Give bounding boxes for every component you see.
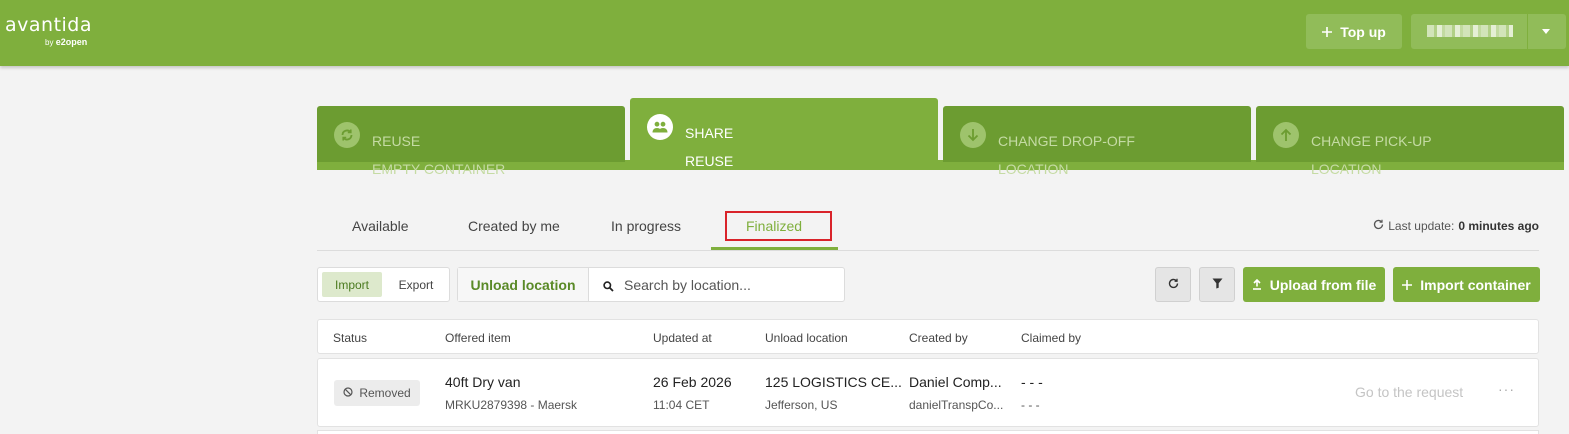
offered-item-title: 40ft Dry van: [445, 374, 521, 390]
refresh-button[interactable]: [1155, 267, 1191, 302]
search-icon: [603, 279, 614, 297]
user-menu-divider: [1527, 14, 1528, 49]
logo-text: avantida: [5, 14, 93, 36]
user-menu[interactable]: [1411, 14, 1566, 49]
service-tab-line1: REUSE: [372, 133, 421, 149]
search-field-selector[interactable]: Unload location: [458, 268, 589, 301]
arrow-up-icon: [1273, 122, 1299, 148]
service-tab-label: CHANGE PICK-UP LOCATION: [1311, 120, 1432, 176]
unload-location-name: 125 LOGISTICS CE...: [765, 374, 902, 390]
service-tab-label: SHARE REUSE: [685, 112, 733, 168]
arrow-down-icon: [960, 122, 986, 148]
updated-date: 26 Feb 2026: [653, 374, 732, 390]
filter-button[interactable]: [1199, 267, 1235, 302]
location-search: Unload location: [457, 267, 845, 302]
offered-item-container: MRKU2879398 - Maersk: [445, 398, 578, 412]
status-badge: Removed: [334, 380, 420, 406]
service-tab-change-pick-up[interactable]: CHANGE PICK-UP LOCATION: [1256, 106, 1564, 176]
refresh-icon: [1168, 276, 1179, 294]
created-by-email: danielTranspCo...: [909, 398, 1004, 412]
app-header: avantida by e2open Top up: [0, 0, 1569, 66]
service-tab-line1: CHANGE DROP-OFF: [998, 133, 1135, 149]
tab-available[interactable]: Available: [352, 218, 409, 234]
logo-parent: e2open: [55, 37, 88, 47]
status-tabs: Available Created by me In progress Fina…: [317, 206, 1539, 251]
upload-label: Upload from file: [1269, 276, 1377, 293]
logo-sub: by e2open: [45, 37, 87, 47]
claimed-by-sub: - - -: [1021, 398, 1040, 412]
chevron-down-icon[interactable]: [1542, 29, 1550, 34]
upload-icon: [1252, 277, 1262, 293]
service-tab-line2: LOCATION: [1311, 161, 1382, 177]
service-tab-line1: CHANGE PICK-UP: [1311, 133, 1432, 149]
column-header-claimed-by[interactable]: Claimed by: [1021, 331, 1081, 345]
more-actions-button[interactable]: ···: [1498, 381, 1515, 397]
plus-icon: [1402, 277, 1413, 293]
search-input[interactable]: [624, 274, 834, 296]
avantida-logo[interactable]: avantida by e2open: [5, 14, 93, 47]
top-up-label: Top up: [1340, 23, 1386, 40]
column-header-created-by[interactable]: Created by: [909, 331, 968, 345]
import-toggle-button[interactable]: Import: [322, 272, 382, 297]
plus-icon: [1322, 24, 1333, 40]
upload-from-file-button[interactable]: Upload from file: [1243, 267, 1385, 302]
last-update: Last update: 0 minutes ago: [1373, 219, 1539, 233]
status-text: Removed: [359, 386, 411, 400]
service-tab-label: CHANGE DROP-OFF LOCATION: [998, 120, 1135, 176]
import-container-button[interactable]: Import container: [1393, 267, 1540, 302]
blocked-icon: [343, 386, 353, 400]
top-up-button[interactable]: Top up: [1306, 14, 1402, 49]
table-row-partial: [317, 430, 1539, 434]
table-row[interactable]: Removed 40ft Dry van MRKU2879398 - Maers…: [317, 358, 1539, 427]
created-by-name: Daniel Comp...: [909, 374, 1002, 390]
tab-created-by-me[interactable]: Created by me: [468, 218, 560, 234]
column-header-status[interactable]: Status: [333, 331, 367, 345]
table-header: Status Offered item Updated at Unload lo…: [317, 319, 1539, 354]
active-tab-underline: [711, 247, 838, 250]
column-header-offered-item[interactable]: Offered item: [445, 331, 511, 345]
last-update-label: Last update:: [1388, 219, 1455, 233]
highlight-annotation-box: [725, 211, 832, 241]
service-tab-reuse-empty-container[interactable]: REUSE EMPTY CONTAINER: [317, 106, 625, 176]
refresh-icon: [334, 122, 360, 148]
service-tab-label: REUSE EMPTY CONTAINER: [372, 120, 505, 176]
export-toggle-button[interactable]: Export: [388, 272, 444, 297]
logo-by: by: [45, 38, 54, 47]
column-header-unload-location[interactable]: Unload location: [765, 331, 848, 345]
updated-time: 11:04 CET: [653, 398, 710, 412]
service-tab-line2: REUSE: [685, 153, 734, 169]
column-header-updated-at[interactable]: Updated at: [653, 331, 712, 345]
service-tab-line1: SHARE: [685, 125, 734, 141]
unload-location-city: Jefferson, US: [765, 398, 838, 412]
filter-icon: [1212, 276, 1223, 294]
user-name-redacted: [1427, 25, 1513, 37]
service-tab-share-reuse[interactable]: SHARE REUSE: [630, 98, 938, 168]
import-container-label: Import container: [1420, 276, 1531, 293]
go-to-request-link[interactable]: Go to the request: [1355, 384, 1463, 400]
import-export-toggle: Import Export: [317, 267, 450, 302]
clock-refresh-icon: [1373, 219, 1384, 233]
users-icon: [647, 114, 673, 140]
service-tab-line2: LOCATION: [998, 161, 1069, 177]
tab-in-progress[interactable]: In progress: [611, 218, 681, 234]
service-tab-line2: EMPTY CONTAINER: [372, 161, 506, 177]
claimed-by-name: - - -: [1021, 374, 1043, 390]
service-tab-change-drop-off[interactable]: CHANGE DROP-OFF LOCATION: [943, 106, 1251, 176]
last-update-value: 0 minutes ago: [1458, 219, 1539, 233]
